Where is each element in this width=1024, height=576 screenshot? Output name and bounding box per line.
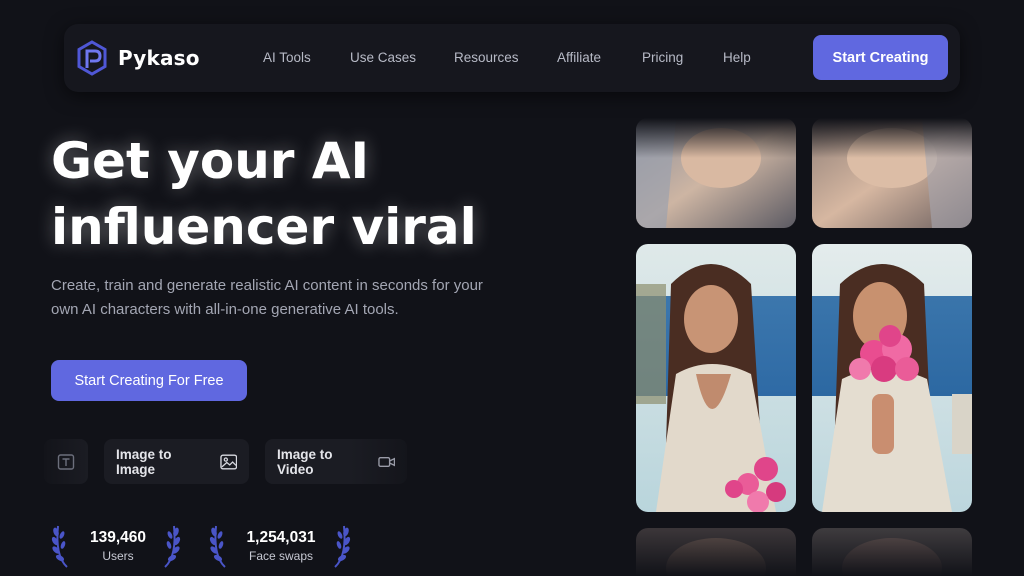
start-creating-free-button[interactable]: Start Creating For Free xyxy=(51,360,247,401)
hero-title-line-1: Get your AI xyxy=(51,132,370,190)
brand-logo[interactable]: Pykaso xyxy=(76,40,200,76)
hero-title-line-2: influencer viral xyxy=(51,198,477,256)
nav-link-ai-tools[interactable]: AI Tools xyxy=(263,50,311,65)
tool-chip-label: Image to Image xyxy=(116,446,172,477)
nav-link-pricing[interactable]: Pricing xyxy=(642,50,683,65)
text-icon xyxy=(57,453,75,470)
gallery-bottom-fade xyxy=(630,530,980,576)
brand-name: Pykaso xyxy=(118,46,200,70)
top-navbar: Pykaso AI Tools Use Cases Resources Affi… xyxy=(64,24,960,92)
start-creating-button[interactable]: Start Creating xyxy=(813,35,948,80)
hero-subtitle-line-1: Create, train and generate realistic AI … xyxy=(51,277,483,294)
tool-chip-image-to-image[interactable]: Image to Image xyxy=(104,439,249,484)
gallery-top-fade xyxy=(630,118,980,158)
stat-users-value: 139,460 xyxy=(89,529,147,546)
video-icon xyxy=(377,456,395,467)
nav-link-resources[interactable]: Resources xyxy=(454,50,519,65)
nav-link-help[interactable]: Help xyxy=(723,50,751,65)
stat-face-swaps-value: 1,254,031 xyxy=(246,529,316,546)
hero-subtitle-line-2: own AI characters with all-in-one genera… xyxy=(51,301,399,318)
stat-face-swaps-label: Face swaps xyxy=(248,549,314,563)
stat-users-label: Users xyxy=(102,549,134,563)
stat-face-swaps: 1,254,031 Face swaps xyxy=(208,522,354,572)
gallery-image-influencer-smiling xyxy=(636,244,796,512)
gallery-image-influencer-flowers xyxy=(812,244,972,512)
tool-chip-image-to-video[interactable]: Image to Video xyxy=(265,439,407,484)
nav-link-affiliate[interactable]: Affiliate xyxy=(557,50,601,65)
tool-chip-text[interactable] xyxy=(44,439,88,484)
nav-link-use-cases[interactable]: Use Cases xyxy=(350,50,416,65)
hero-title: Get your AI influencer viral xyxy=(51,128,571,260)
stat-users: 139,460 Users xyxy=(48,522,188,572)
tool-chip-label: Image to Video xyxy=(277,446,333,477)
image-icon xyxy=(219,454,237,469)
hero-subtitle: Create, train and generate realistic AI … xyxy=(51,274,571,322)
hexagon-logo-icon xyxy=(77,40,107,76)
